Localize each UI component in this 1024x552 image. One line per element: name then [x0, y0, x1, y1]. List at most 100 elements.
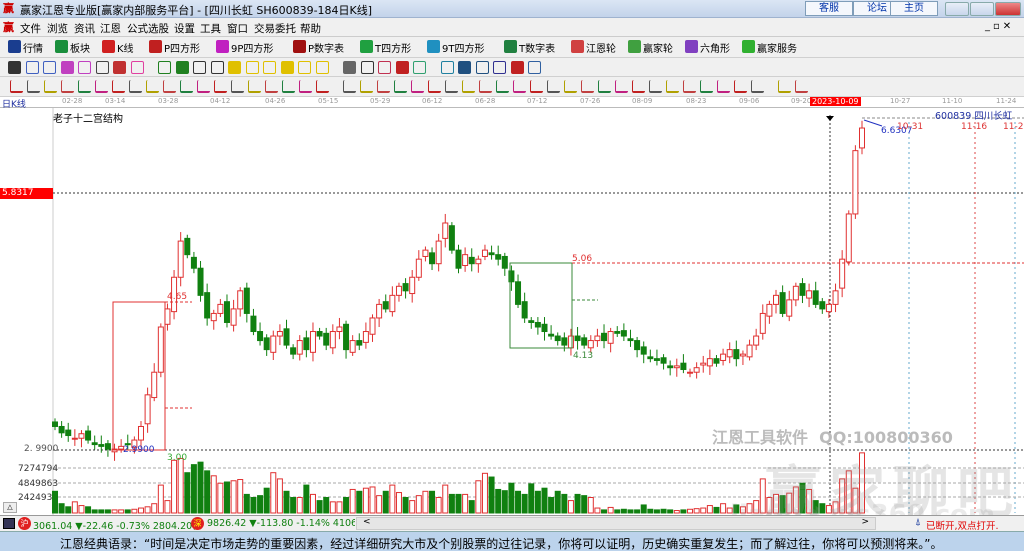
drawing-tool-icon[interactable]: [214, 80, 227, 93]
compress-icon[interactable]: [315, 61, 329, 74]
drawing-tool-icon[interactable]: [282, 80, 295, 93]
toolbar-button-4[interactable]: 9P四方形: [231, 40, 273, 55]
toolbar-button-9[interactable]: 江恩轮: [586, 40, 616, 55]
t-table-icon[interactable]: [504, 40, 517, 53]
drawing-tool-icon[interactable]: [666, 80, 679, 93]
drawing-tool-icon[interactable]: [377, 80, 390, 93]
indicator2-icon[interactable]: [78, 61, 91, 74]
candle-icon[interactable]: [95, 61, 109, 74]
shenzhen-index-icon[interactable]: 深: [191, 517, 204, 530]
drawing-tool-icon[interactable]: [428, 80, 441, 93]
drawing-tool-icon[interactable]: [10, 80, 23, 93]
chart-type-icon[interactable]: [25, 61, 39, 74]
menu-item[interactable]: 工具: [200, 21, 221, 36]
drawing-tool-icon[interactable]: [44, 80, 57, 93]
prev-icon[interactable]: [193, 61, 206, 74]
color-icon[interactable]: [130, 61, 144, 74]
drawing-tool-icon[interactable]: [632, 80, 645, 93]
collapse-panel-button[interactable]: △: [3, 502, 17, 513]
drawing-tool-icon[interactable]: [343, 80, 356, 93]
grid-icon[interactable]: [8, 40, 21, 53]
blocks-icon[interactable]: [55, 40, 68, 53]
menu-item[interactable]: 窗口: [227, 21, 248, 36]
drawing-tool-icon[interactable]: [445, 80, 458, 93]
list-icon[interactable]: [43, 61, 56, 74]
print-icon[interactable]: [510, 61, 524, 74]
gann-wheel-icon[interactable]: [571, 40, 584, 53]
indicator-icon[interactable]: [60, 61, 74, 74]
drawing-tool-icon[interactable]: [129, 80, 142, 93]
drawing-tool-icon[interactable]: [248, 80, 261, 93]
drawing-tool-icon[interactable]: [547, 80, 560, 93]
select-icon[interactable]: [113, 61, 126, 74]
hexagon-icon[interactable]: [685, 40, 698, 53]
drawing-tool-icon[interactable]: [649, 80, 662, 93]
drawing-tool-icon[interactable]: [581, 80, 594, 93]
menu-item[interactable]: 浏览: [47, 21, 68, 36]
last-bar-icon[interactable]: [175, 61, 189, 74]
menu-item[interactable]: 帮助: [300, 21, 321, 36]
9p-square-icon[interactable]: [216, 40, 229, 53]
connection-status[interactable]: 已断开,双点打开.: [926, 518, 999, 532]
menu-item[interactable]: 文件: [20, 21, 41, 36]
drawing-tool-icon[interactable]: [479, 80, 492, 93]
notes-icon[interactable]: [475, 61, 489, 74]
expand-icon[interactable]: [298, 61, 311, 74]
drawing-tool-icon[interactable]: [61, 80, 74, 93]
shift-left-icon[interactable]: [263, 61, 276, 74]
drawing-tool-icon[interactable]: [360, 80, 373, 93]
drawing-tool-icon[interactable]: [717, 80, 730, 93]
toolbar-button-7[interactable]: 9T四方形: [442, 40, 484, 55]
menu-item[interactable]: 资讯: [74, 21, 95, 36]
winner-wheel-icon[interactable]: [628, 40, 641, 53]
truck-icon[interactable]: [528, 61, 541, 74]
zoom-in-icon[interactable]: [228, 61, 241, 74]
drawing-tool-icon[interactable]: [564, 80, 577, 93]
p-table-icon[interactable]: [293, 40, 306, 53]
drawing-tool-icon[interactable]: [683, 80, 696, 93]
drawing-tool-icon[interactable]: [751, 80, 764, 93]
drawing-tool-icon[interactable]: [700, 80, 713, 93]
menu-item[interactable]: 设置: [174, 21, 195, 36]
drawing-tool-icon[interactable]: [530, 80, 543, 93]
menu-item[interactable]: 公式选股: [127, 21, 169, 36]
kline-icon[interactable]: [102, 40, 115, 53]
toolbar-button-0[interactable]: 行情: [23, 40, 43, 55]
shanghai-index-icon[interactable]: 沪: [18, 517, 31, 530]
menu-item[interactable]: 交易委托: [254, 21, 296, 36]
toolbar-button-1[interactable]: 板块: [70, 40, 90, 55]
drawing-tool-icon[interactable]: [734, 80, 747, 93]
drawing-tool-icon[interactable]: [95, 80, 108, 93]
ticker-scrollbar[interactable]: < >: [356, 517, 876, 530]
formula-icon[interactable]: [413, 61, 426, 74]
drawing-tool-icon[interactable]: [299, 80, 312, 93]
t-square-icon[interactable]: [360, 40, 373, 53]
day-period-icon[interactable]: [8, 61, 21, 74]
save-icon[interactable]: [493, 61, 506, 74]
drawing-tool-icon[interactable]: [265, 80, 278, 93]
drawing-tool-icon[interactable]: [197, 80, 210, 93]
calendar-icon[interactable]: [440, 61, 454, 74]
drawing-tool-icon[interactable]: [513, 80, 526, 93]
crosshair-icon[interactable]: [360, 61, 374, 74]
mdi-window-controls[interactable]: _▫✕: [985, 21, 1014, 32]
dollar-icon[interactable]: [742, 40, 755, 53]
toolbar-button-3[interactable]: P四方形: [164, 40, 200, 55]
shift-right-icon[interactable]: [280, 61, 294, 74]
hand-icon[interactable]: [343, 61, 356, 74]
drawing-tool-icon[interactable]: [180, 80, 193, 93]
toolbar-button-11[interactable]: 六角形: [700, 40, 730, 55]
drawing-tool-icon[interactable]: [598, 80, 611, 93]
drawing-tool-icon[interactable]: [27, 80, 40, 93]
drawing-tool-icon[interactable]: [394, 80, 407, 93]
p-square-icon[interactable]: [149, 40, 162, 53]
9t-square-icon[interactable]: [427, 40, 440, 53]
toolbar-button-6[interactable]: T四方形: [375, 40, 411, 55]
first-bar-icon[interactable]: [158, 61, 171, 74]
toolbar-button-5[interactable]: P数字表: [308, 40, 344, 55]
calculator-icon[interactable]: [3, 518, 15, 529]
drawing-tool-icon[interactable]: [316, 80, 329, 93]
homepage-link[interactable]: 主页: [890, 1, 938, 16]
toolbar-button-12[interactable]: 赢家服务: [757, 40, 797, 55]
toolbar-button-10[interactable]: 赢家轮: [643, 40, 673, 55]
